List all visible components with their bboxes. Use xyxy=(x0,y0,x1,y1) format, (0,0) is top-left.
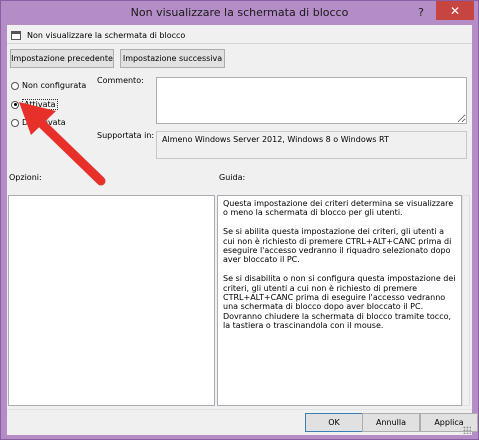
radio-enabled[interactable]: Attivata xyxy=(11,99,58,110)
radio-label: Attivata xyxy=(22,99,58,110)
title-bar[interactable]: Non visualizzare la schermata di blocco … xyxy=(1,1,478,25)
radio-disabled[interactable]: Disattivata xyxy=(11,118,66,127)
radio-button[interactable] xyxy=(11,81,19,90)
options-pane[interactable] xyxy=(8,195,215,406)
close-button[interactable]: ✕ xyxy=(436,1,474,20)
help-paragraph: Se si disabilita o non si configura ques… xyxy=(223,274,456,331)
ok-button[interactable]: OK xyxy=(305,413,363,432)
resize-grip-icon[interactable] xyxy=(463,426,471,434)
policy-name: Non visualizzare la schermata di blocco xyxy=(27,31,186,40)
header-divider xyxy=(7,43,472,44)
help-label: Guida: xyxy=(219,173,246,182)
cancel-button[interactable]: Annulla xyxy=(362,413,420,432)
supported-label: Supportata in: xyxy=(97,131,155,140)
help-button[interactable]: ? xyxy=(410,3,432,21)
help-paragraph: Questa impostazione dei criteri determin… xyxy=(223,199,454,218)
radio-button-checked[interactable] xyxy=(11,100,19,109)
comment-label: Commento: xyxy=(97,76,144,85)
help-pane[interactable]: Questa impostazione dei criteri determin… xyxy=(217,195,462,406)
dialog-window: Non visualizzare la schermata di blocco … xyxy=(0,0,479,440)
help-paragraph: Se si abilita questa impostazione dei cr… xyxy=(223,227,452,265)
comment-field[interactable] xyxy=(156,77,467,124)
radio-button[interactable] xyxy=(11,118,19,127)
window-title: Non visualizzare la schermata di blocco xyxy=(130,6,349,19)
policy-header: Non visualizzare la schermata di blocco xyxy=(11,31,185,40)
options-label: Opzioni: xyxy=(9,173,42,182)
previous-setting-button[interactable]: Impostazione precedente xyxy=(10,49,114,68)
radio-label: Non configurata xyxy=(22,81,87,90)
radio-not-configured[interactable]: Non configurata xyxy=(11,81,86,90)
policy-setting-icon xyxy=(11,31,21,40)
radio-label: Disattivata xyxy=(22,118,66,127)
footer-divider xyxy=(7,409,472,410)
supported-on-field: Almeno Windows Server 2012, Windows 8 o … xyxy=(156,131,467,159)
next-setting-button[interactable]: Impostazione successiva xyxy=(120,49,225,68)
dialog-client-area: Non visualizzare la schermata di blocco … xyxy=(7,25,478,435)
help-scrollbar[interactable] xyxy=(462,195,470,406)
